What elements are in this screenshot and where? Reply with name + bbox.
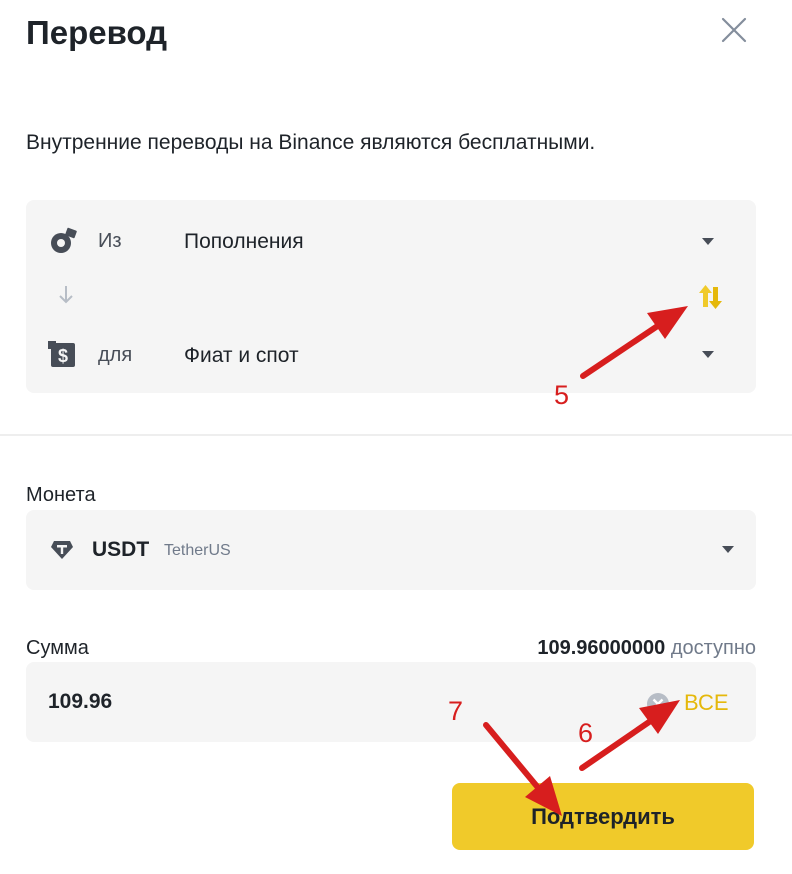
annotation-number-6: 6 xyxy=(578,718,594,748)
transfer-dialog: Перевод Внутренние переводы на Binance я… xyxy=(0,0,792,874)
annotation-arrow-6 xyxy=(579,700,680,771)
annotation-number-5: 5 xyxy=(554,380,570,410)
annotation-number-7: 7 xyxy=(448,696,464,726)
annotation-arrows xyxy=(483,306,688,816)
annotation-arrow-7 xyxy=(483,722,562,816)
annotation-arrow-5 xyxy=(580,306,688,379)
